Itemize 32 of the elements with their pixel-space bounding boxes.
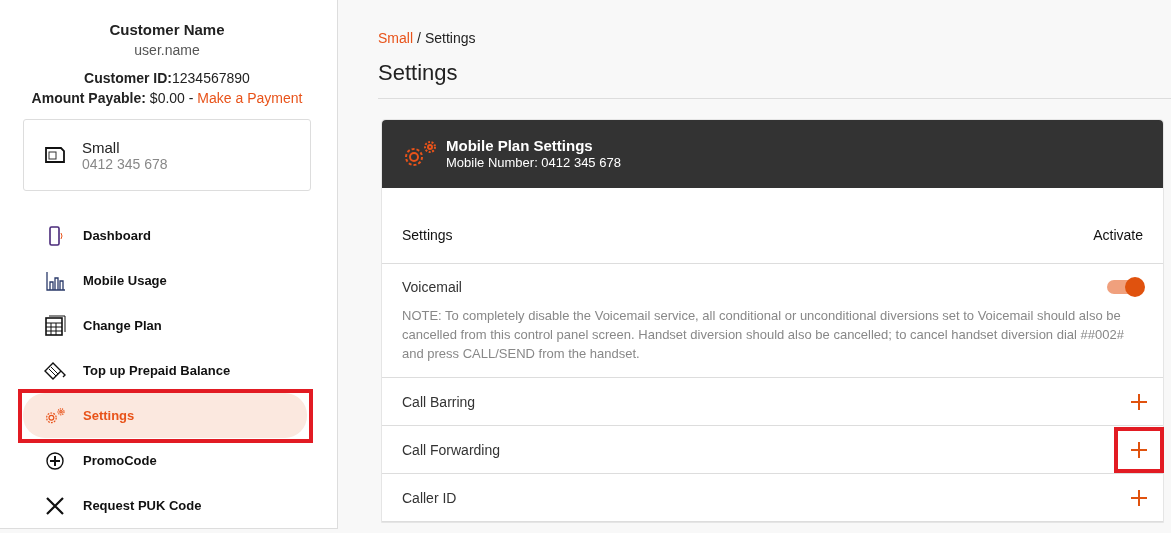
sidebar-item[interactable]: Request PUK Code <box>23 483 307 528</box>
setting-label: Voicemail <box>402 279 462 295</box>
bar-chart-icon <box>43 269 67 292</box>
column-header: Activate <box>1093 226 1143 243</box>
page-title: Settings <box>378 60 459 86</box>
note-text: NOTE: To completely disable the Voicemail service, all conditional or unconditional diversions set to Voicemail should also be cancelled from this control panel screen. Handset diversion should also be cancelled; to cancel handset diversion dial ##002# and press CALL/SEND from the handset. <box>402 307 1125 363</box>
setting-label: Call Forwarding <box>402 441 501 458</box>
customer-name: Customer Name <box>109 20 225 40</box>
column-header: Settings <box>402 226 453 243</box>
customer-id: Customer ID:1234567890 <box>84 69 250 88</box>
sim-card-icon <box>44 144 66 166</box>
breadcrumb-separator: / <box>417 29 421 48</box>
sidebar-item[interactable]: Dashboard <box>23 213 307 258</box>
mobile-number: Mobile Number: 0412 345 678 <box>446 154 621 171</box>
breadcrumb-current: Settings <box>424 29 476 48</box>
plus-circle-icon <box>43 449 67 472</box>
sidebar-item[interactable]: Top up Prepaid Balance <box>23 348 307 393</box>
toggle-switch[interactable] <box>1107 280 1143 294</box>
sidebar-item[interactable]: Mobile Usage <box>23 258 307 303</box>
plan-name: Small <box>82 138 121 156</box>
breadcrumb-link[interactable]: Small <box>378 22 413 54</box>
setting-label: Caller ID <box>402 489 457 506</box>
setting-label: Call Barring <box>402 393 476 410</box>
plan-card[interactable]: Small 0412 345 678 <box>23 119 311 191</box>
table-icon <box>43 314 67 337</box>
amount-payable: Amount Payable: $0.00 - Make a Payment <box>31 89 303 108</box>
phone-number: 0412 345 678 <box>82 155 168 172</box>
username: user.name <box>134 41 200 60</box>
card-title: Mobile Plan Settings <box>446 137 594 154</box>
sidebar-item[interactable]: Change Plan <box>23 303 307 348</box>
payment-link[interactable]: Make a Payment <box>197 90 303 106</box>
sidebar-item[interactable]: PromoCode <box>23 438 307 483</box>
